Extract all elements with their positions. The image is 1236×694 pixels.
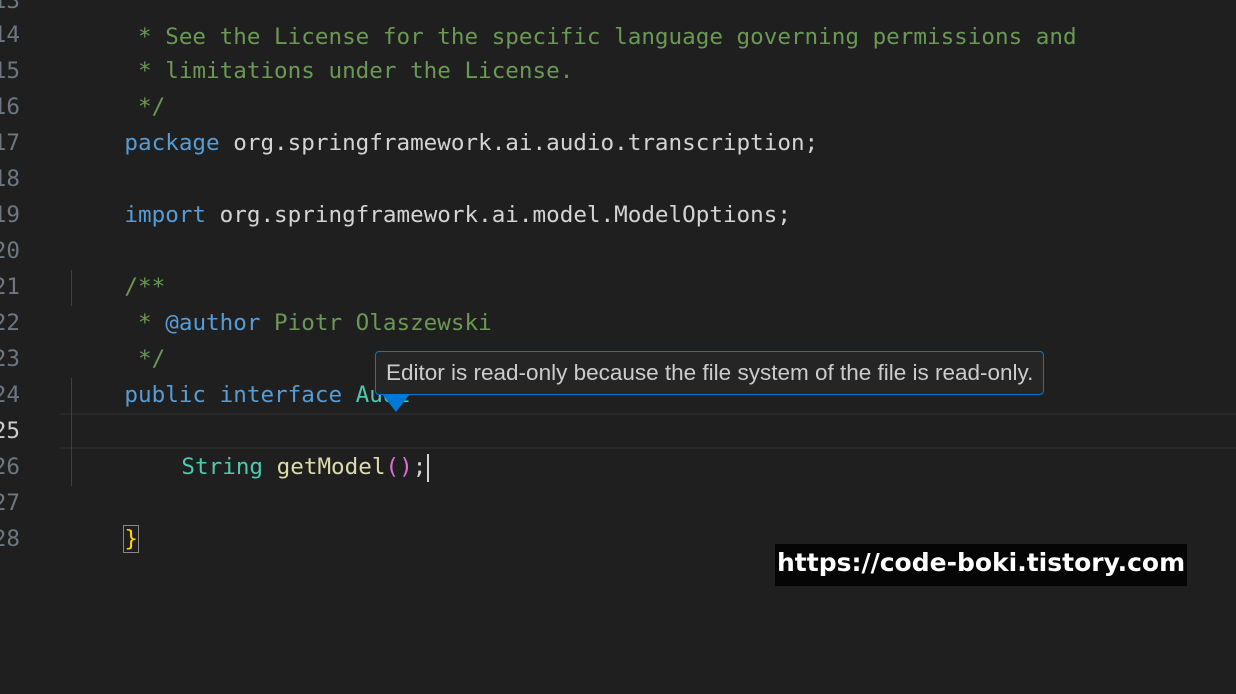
read-only-tooltip: Editor is read-only because the file sys… xyxy=(375,351,1045,395)
line-number: 22 xyxy=(0,310,20,336)
keyword-package: package xyxy=(124,130,220,156)
semicolon: ; xyxy=(412,454,427,480)
author-name: Piotr Olaszewski xyxy=(260,310,492,336)
line-number: 19 xyxy=(0,202,20,228)
closing-brace: } xyxy=(123,525,140,553)
javadoc-author-tag: @author xyxy=(165,310,261,336)
method-parens: () xyxy=(385,454,413,480)
code-editor[interactable]: 13 14 15 16 17 18 19 20 21 22 23 24 25 2… xyxy=(0,0,1236,694)
javadoc-author-line: * @author Piotr Olaszewski xyxy=(70,269,492,336)
tooltip-arrow-icon xyxy=(382,394,410,412)
line-number: 23 xyxy=(0,346,20,372)
line-number: 27 xyxy=(0,490,20,516)
line-number: 15 xyxy=(0,58,20,84)
line-number: 16 xyxy=(0,94,20,120)
code-line: * limitations under the License. xyxy=(70,17,573,84)
code-line: */ xyxy=(70,305,165,372)
import-statement: import org.springframework.ai.model.Mode… xyxy=(70,161,791,228)
text-cursor xyxy=(427,453,430,482)
interface-declaration: public interface Audi xyxy=(70,341,410,408)
line-number: 17 xyxy=(0,130,20,156)
keyword-import: import xyxy=(124,202,207,228)
method-declaration: String getModel(); xyxy=(127,413,430,482)
line-number-active: 25 xyxy=(0,418,20,444)
comment-text: * limitations under the License. xyxy=(124,58,574,84)
line-number: 28 xyxy=(0,526,20,552)
code-line: } xyxy=(70,485,140,553)
code-line: /** xyxy=(70,233,165,300)
line-number: 21 xyxy=(0,274,20,300)
line-number: 24 xyxy=(0,382,20,408)
package-declaration: package org.springframework.ai.audio.tra… xyxy=(70,89,818,156)
method-name: getModel xyxy=(263,454,386,480)
import-path: org.springframework.ai.model.ModelOption… xyxy=(206,202,791,228)
line-number: 14 xyxy=(0,22,20,48)
keyword-public: public xyxy=(124,382,207,408)
keyword-interface: interface xyxy=(206,382,343,408)
line-number: 18 xyxy=(0,166,20,192)
line-number: 26 xyxy=(0,454,20,480)
line-number: 20 xyxy=(0,238,20,264)
code-line: */ xyxy=(70,53,165,120)
watermark-url: https://code-boki.tistory.com xyxy=(775,544,1188,586)
package-path: org.springframework.ai.audio.transcripti… xyxy=(219,130,819,156)
return-type: String xyxy=(181,454,264,480)
